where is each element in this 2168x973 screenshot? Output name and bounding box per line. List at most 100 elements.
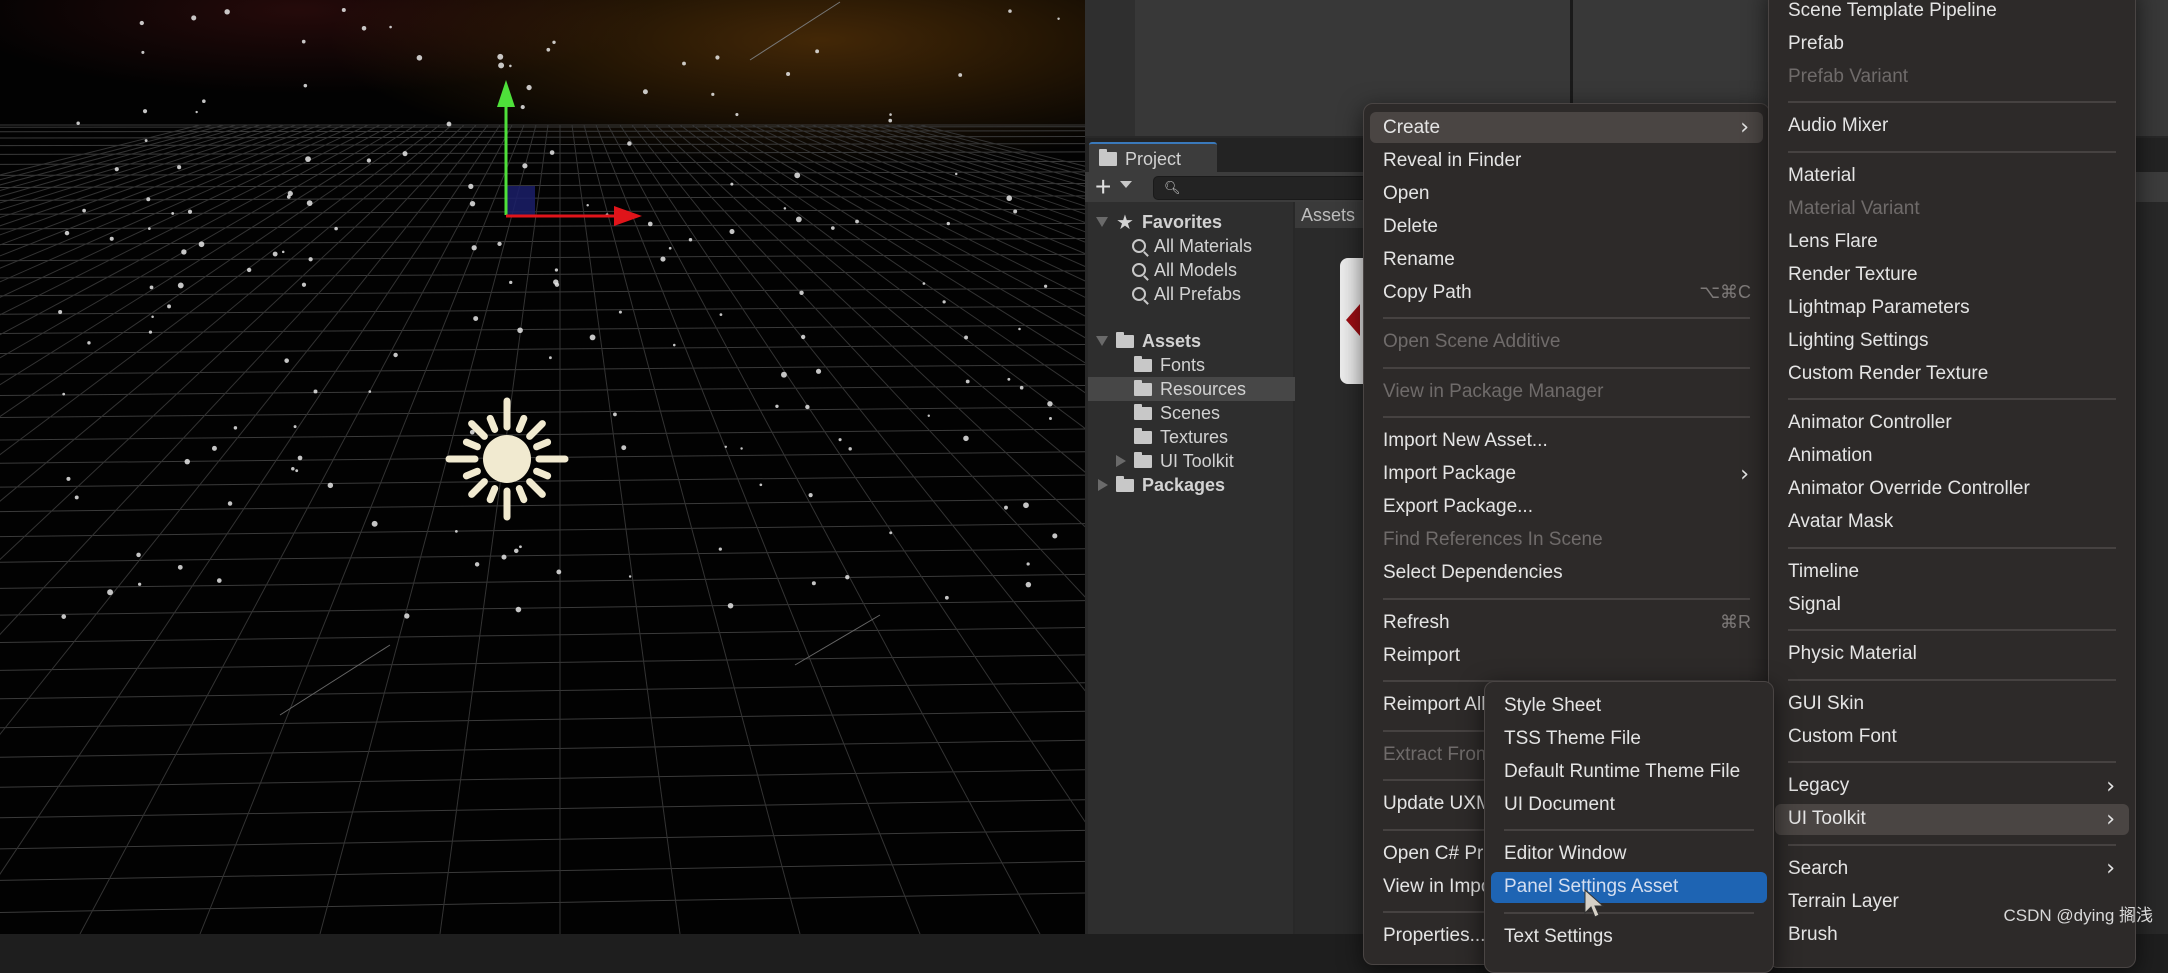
particle: [416, 55, 423, 61]
tree-item-packages[interactable]: Packages: [1088, 473, 1303, 497]
particle: [889, 113, 892, 116]
menu-item-material[interactable]: Material: [1775, 160, 2129, 191]
particle: [944, 595, 949, 600]
expand-icon[interactable]: [1116, 455, 1126, 467]
grid-line: [0, 124, 321, 246]
search-icon: [1132, 239, 1146, 253]
grid-line: [0, 124, 441, 456]
menu-item-delete[interactable]: Delete: [1370, 211, 1763, 242]
menu-item-select-dependencies[interactable]: Select Dependencies: [1370, 558, 1763, 589]
menu-item-custom-render-texture[interactable]: Custom Render Texture: [1775, 358, 2129, 389]
menu-item-legacy[interactable]: Legacy ›: [1775, 771, 2129, 802]
particle: [520, 105, 525, 110]
tree-label: Resources: [1160, 378, 1247, 399]
expand-icon[interactable]: [1096, 217, 1108, 227]
particle: [549, 150, 555, 155]
menu-item-text-settings[interactable]: Text Settings: [1491, 921, 1767, 952]
particle: [82, 208, 86, 213]
particle: [303, 83, 308, 88]
menu-item-default-runtime-theme-file[interactable]: Default Runtime Theme File: [1491, 756, 1767, 787]
particle: [795, 216, 802, 223]
expand-icon[interactable]: [1098, 479, 1108, 491]
menu-item-gui-skin[interactable]: GUI Skin: [1775, 688, 2129, 719]
particle: [855, 219, 859, 224]
tab-project[interactable]: Project: [1089, 142, 1217, 174]
menu-item-copy-path[interactable]: Copy Path ⌥⌘C: [1370, 277, 1763, 308]
expand-icon[interactable]: [1096, 336, 1108, 346]
menu-item-scene-template-pipeline[interactable]: Scene Template Pipeline: [1775, 0, 2129, 26]
menu-item-ui-document[interactable]: UI Document: [1491, 789, 1767, 820]
menu-item-label: Timeline: [1788, 560, 1860, 582]
menu-item-import-package[interactable]: Import Package ›: [1370, 459, 1763, 490]
grid-line: [0, 124, 417, 386]
menu-item-search[interactable]: Search ›: [1775, 853, 2129, 884]
tree-label: All Prefabs: [1154, 283, 1242, 304]
menu-item-label: Lens Flare: [1788, 230, 1878, 252]
menu-item-reveal-in-finder[interactable]: Reveal in Finder: [1370, 145, 1763, 176]
sun-ray: [486, 485, 499, 504]
menu-item-ui-toolkit[interactable]: UI Toolkit ›: [1775, 803, 2129, 835]
menu-item-signal[interactable]: Signal: [1775, 589, 2129, 620]
tree-item-assets[interactable]: Assets: [1088, 329, 1301, 353]
menu-item-export-package[interactable]: Export Package...: [1370, 492, 1763, 523]
menu-item-editor-window[interactable]: Editor Window: [1491, 839, 1767, 870]
menu-item-label: Style Sheet: [1504, 694, 1602, 716]
menu-item-audio-mixer[interactable]: Audio Mixer: [1775, 111, 2129, 142]
search-icon: [1132, 263, 1146, 277]
menu-item-tss-theme-file[interactable]: TSS Theme File: [1491, 723, 1767, 754]
particle: [171, 212, 175, 215]
menu-item-refresh[interactable]: Refresh ⌘R: [1370, 607, 1763, 638]
grid-line: [0, 600, 1085, 616]
menu-item-panel-settings-asset[interactable]: Panel Settings Asset: [1491, 871, 1767, 903]
menu-item-reimport[interactable]: Reimport: [1370, 640, 1763, 671]
grid-line: [0, 523, 1085, 538]
menu-item-animator-override-controller[interactable]: Animator Override Controller: [1775, 474, 2129, 505]
particle: [224, 9, 230, 15]
tree-item-favorites[interactable]: ★ Favorites: [1088, 210, 1301, 234]
menu-item-style-sheet[interactable]: Style Sheet: [1491, 690, 1767, 721]
particle: [62, 392, 66, 396]
particle: [284, 358, 289, 363]
menu-item-prefab[interactable]: Prefab: [1775, 28, 2129, 59]
particle: [554, 268, 559, 272]
menu-item-rename[interactable]: Rename: [1370, 244, 1763, 275]
particle: [146, 197, 151, 202]
particle: [334, 226, 338, 231]
menu-item-render-texture[interactable]: Render Texture: [1775, 259, 2129, 290]
menu-item-avatar-mask[interactable]: Avatar Mask: [1775, 507, 2129, 538]
tree-item-ui-toolkit[interactable]: UI Toolkit: [1088, 449, 1321, 473]
scene-view[interactable]: [0, 0, 1085, 934]
menu-item-physic-material[interactable]: Physic Material: [1775, 639, 2129, 670]
shortcut-label: ⌥⌘C: [1699, 282, 1751, 302]
scene-canvas[interactable]: [0, 0, 1085, 934]
grid-line: [0, 498, 1085, 513]
particle: [446, 121, 452, 127]
particle: [305, 156, 311, 163]
menu-item-label: Reimport: [1383, 644, 1461, 666]
menu-item-view-in-package-manager: View in Package Manager: [1370, 376, 1763, 407]
menu-item-label: UI Toolkit: [1788, 808, 1866, 829]
menu-item-lighting-settings[interactable]: Lighting Settings: [1775, 325, 2129, 356]
grid-line: [811, 124, 1085, 223]
menu-item-lens-flare[interactable]: Lens Flare: [1775, 226, 2129, 257]
menu-item-custom-font[interactable]: Custom Font: [1775, 721, 2129, 752]
menu-item-lightmap-parameters[interactable]: Lightmap Parameters: [1775, 292, 2129, 323]
menu-item-animator-controller[interactable]: Animator Controller: [1775, 408, 2129, 439]
menu-item-label: Delete: [1383, 215, 1438, 237]
particle: [468, 183, 474, 189]
grid-line: [0, 428, 1085, 441]
sun-ray: [486, 414, 499, 433]
sun-ray: [533, 438, 552, 451]
add-dropdown-icon[interactable]: [1120, 181, 1132, 188]
menu-item-create[interactable]: Create ›: [1370, 112, 1763, 143]
menu-item-open[interactable]: Open: [1370, 178, 1763, 209]
menu-item-label: Open Scene Additive: [1383, 331, 1561, 352]
panel-divider[interactable]: [1570, 0, 1573, 104]
menu-item-timeline[interactable]: Timeline: [1775, 556, 2129, 587]
menu-item-animation[interactable]: Animation: [1775, 441, 2129, 472]
grid-line: [0, 305, 1085, 315]
add-button[interactable]: +: [1095, 172, 1111, 202]
breadcrumb[interactable]: Assets: [1295, 202, 1365, 228]
menu-item-import-new-asset[interactable]: Import New Asset...: [1370, 426, 1763, 457]
particle: [501, 554, 507, 560]
